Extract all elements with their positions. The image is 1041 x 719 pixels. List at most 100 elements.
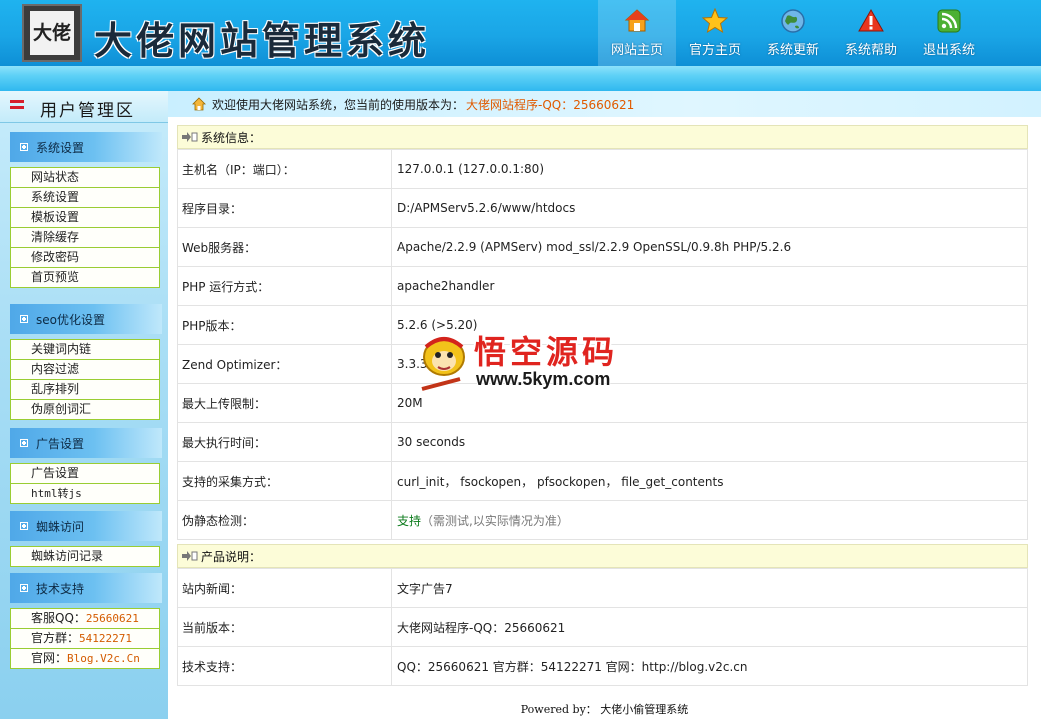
support-site[interactable]: 官网：Blog.V2c.Cn bbox=[10, 648, 160, 669]
support-value: 25660621 bbox=[85, 612, 139, 625]
table-row: 最大上传限制： 20M bbox=[177, 383, 1028, 423]
sidebar-item[interactable]: 关键词内链 bbox=[10, 339, 160, 359]
row-key: 支持的采集方式： bbox=[177, 461, 392, 501]
nav-label: 系统帮助 bbox=[844, 43, 897, 58]
row-value: 20M bbox=[391, 383, 1028, 423]
row-key: 站内新闻： bbox=[177, 568, 392, 608]
group-header[interactable]: 技术支持 bbox=[10, 573, 162, 603]
version-text: 大佬网站程序-QQ：25660621 bbox=[466, 97, 635, 112]
welcome-bar: 欢迎使用大佬网站系统，您当前的使用版本为： 大佬网站程序-QQ：25660621 bbox=[168, 91, 1041, 117]
group-title: 系统设置 bbox=[36, 140, 85, 155]
logo-text: 大佬 bbox=[30, 11, 74, 55]
sidebar-item[interactable]: 修改密码 bbox=[10, 247, 160, 267]
product-info-section: 产品说明： 站内新闻： 文字广告7 当前版本： 大佬网站程序-QQ：25660621… bbox=[177, 544, 1028, 686]
row-value: 大佬网站程序-QQ：25660621 bbox=[391, 607, 1028, 647]
row-key: PHP版本： bbox=[177, 305, 392, 345]
sidebar: 用户管理区 系统设置 网站状态 系统设置 模板设置 清除缓存 修改密码 首页预览… bbox=[0, 91, 168, 719]
table-row: 伪静态检测： 支持（需测试,以实际情况为准） bbox=[177, 500, 1028, 540]
system-info-table: 主机名（IP：端口）： 127.0.0.1 (127.0.0.1:80) 程序目录… bbox=[177, 149, 1028, 540]
sidebar-item[interactable]: 网站状态 bbox=[10, 167, 160, 187]
arrow-doc-icon bbox=[182, 551, 198, 561]
group-header[interactable]: 系统设置 bbox=[10, 132, 162, 162]
table-row: 技术支持： QQ：25660621 官方群：54122271 官网：http://… bbox=[177, 646, 1028, 686]
row-value: apache2handler bbox=[391, 266, 1028, 306]
row-value: 3.3.3 bbox=[391, 344, 1028, 384]
row-key: 最大执行时间： bbox=[177, 422, 392, 462]
sidebar-item[interactable]: 清除缓存 bbox=[10, 227, 160, 247]
row-key: 主机名（IP：端口）： bbox=[177, 149, 392, 189]
support-value: Blog.V2c.Cn bbox=[67, 652, 140, 665]
row-key: 程序目录： bbox=[177, 188, 392, 228]
sidebar-item[interactable]: 广告设置 bbox=[10, 463, 160, 483]
group-title: 技术支持 bbox=[36, 581, 85, 596]
site-logo: 大佬 bbox=[22, 4, 82, 62]
group-title: 蜘蛛访问 bbox=[36, 519, 85, 534]
sidebar-header: 用户管理区 bbox=[0, 91, 168, 123]
row-value: 5.2.6 (>5.20) bbox=[391, 305, 1028, 345]
sidebar-item[interactable]: 模板设置 bbox=[10, 207, 160, 227]
group-header[interactable]: seo优化设置 bbox=[10, 304, 162, 334]
home-icon bbox=[624, 9, 650, 32]
row-value: 30 seconds bbox=[391, 422, 1028, 462]
sidebar-group-seo: seo优化设置 关键词内链 内容过滤 乱序排列 伪原创词汇 bbox=[10, 304, 162, 420]
site-title: 大佬网站管理系统 bbox=[94, 18, 431, 63]
expand-icon bbox=[20, 584, 28, 592]
row-key: 技术支持： bbox=[177, 646, 392, 686]
arrow-doc-icon bbox=[182, 132, 198, 142]
table-row: 站内新闻： 文字广告7 bbox=[177, 568, 1028, 608]
section-title: 产品说明： bbox=[201, 549, 262, 564]
home-icon bbox=[192, 97, 206, 111]
support-label: 官网： bbox=[31, 651, 68, 665]
top-nav: 网站主页 官方主页 系统更新 系统帮助 退出系统 bbox=[598, 0, 988, 66]
sidebar-item[interactable]: 蜘蛛访问记录 bbox=[10, 546, 160, 567]
nav-label: 退出系统 bbox=[922, 43, 975, 58]
row-value: curl_init， fsockopen， pfsockopen， file_g… bbox=[391, 461, 1028, 501]
rss-icon bbox=[937, 9, 961, 33]
group-header[interactable]: 广告设置 bbox=[10, 428, 162, 458]
sidebar-item[interactable]: 内容过滤 bbox=[10, 359, 160, 379]
row-key: Web服务器： bbox=[177, 227, 392, 267]
group-title: seo优化设置 bbox=[36, 312, 105, 327]
row-value: 127.0.0.1 (127.0.0.1:80) bbox=[391, 149, 1028, 189]
table-row: 支持的采集方式： curl_init， fsockopen， pfsockopen… bbox=[177, 461, 1028, 501]
nav-update[interactable]: 系统更新 bbox=[754, 0, 832, 66]
table-row: 程序目录： D:/APMServ5.2.6/www/htdocs bbox=[177, 188, 1028, 228]
nav-help[interactable]: 系统帮助 bbox=[832, 0, 910, 66]
table-row: Zend Optimizer： 3.3.3 bbox=[177, 344, 1028, 384]
footer-credit: Powered by： 大佬小偷管理系统 bbox=[520, 703, 689, 716]
nav-home[interactable]: 网站主页 bbox=[598, 0, 676, 66]
row-value: QQ：25660621 官方群：54122271 官网：http://blog.… bbox=[391, 646, 1028, 686]
row-value: D:/APMServ5.2.6/www/htdocs bbox=[391, 188, 1028, 228]
nav-label: 系统更新 bbox=[766, 43, 819, 58]
star-icon bbox=[702, 8, 728, 34]
nav-official[interactable]: 官方主页 bbox=[676, 0, 754, 66]
support-label: 客服QQ： bbox=[31, 611, 86, 625]
sidebar-group-ads: 广告设置 广告设置 html转js bbox=[10, 428, 162, 504]
section-header: 系统信息： bbox=[177, 125, 1028, 149]
nav-label: 官方主页 bbox=[688, 43, 741, 58]
sidebar-item[interactable]: 首页预览 bbox=[10, 267, 160, 288]
nav-logout[interactable]: 退出系统 bbox=[910, 0, 988, 66]
sidebar-item[interactable]: 伪原创词汇 bbox=[10, 399, 160, 420]
support-label: 官方群： bbox=[31, 631, 80, 645]
row-key: Zend Optimizer： bbox=[177, 344, 392, 384]
status-note: （需测试,以实际情况为准） bbox=[421, 513, 569, 528]
sidebar-item[interactable]: 乱序排列 bbox=[10, 379, 160, 399]
system-info-section: 系统信息： 主机名（IP：端口）： 127.0.0.1 (127.0.0.1:80… bbox=[177, 125, 1028, 540]
table-row: Web服务器： Apache/2.2.9 (APMServ) mod_ssl/2.… bbox=[177, 227, 1028, 267]
expand-icon bbox=[20, 143, 28, 151]
sidebar-item[interactable]: 系统设置 bbox=[10, 187, 160, 207]
row-key: 伪静态检测： bbox=[177, 500, 392, 540]
group-header[interactable]: 蜘蛛访问 bbox=[10, 511, 162, 541]
row-value[interactable]: 文字广告7 bbox=[391, 568, 1028, 608]
header-stripe bbox=[0, 66, 1041, 91]
sidebar-item[interactable]: html转js bbox=[10, 483, 160, 504]
globe-icon bbox=[781, 9, 805, 33]
support-value: 54122271 bbox=[79, 632, 132, 645]
status-ok: 支持 bbox=[397, 513, 422, 528]
row-value: 支持（需测试,以实际情况为准） bbox=[391, 500, 1028, 540]
warning-icon bbox=[858, 8, 884, 32]
support-qq: 客服QQ：25660621 bbox=[10, 608, 160, 628]
table-row: 主机名（IP：端口）： 127.0.0.1 (127.0.0.1:80) bbox=[177, 149, 1028, 189]
welcome-text: 欢迎使用大佬网站系统，您当前的使用版本为： bbox=[212, 97, 465, 112]
